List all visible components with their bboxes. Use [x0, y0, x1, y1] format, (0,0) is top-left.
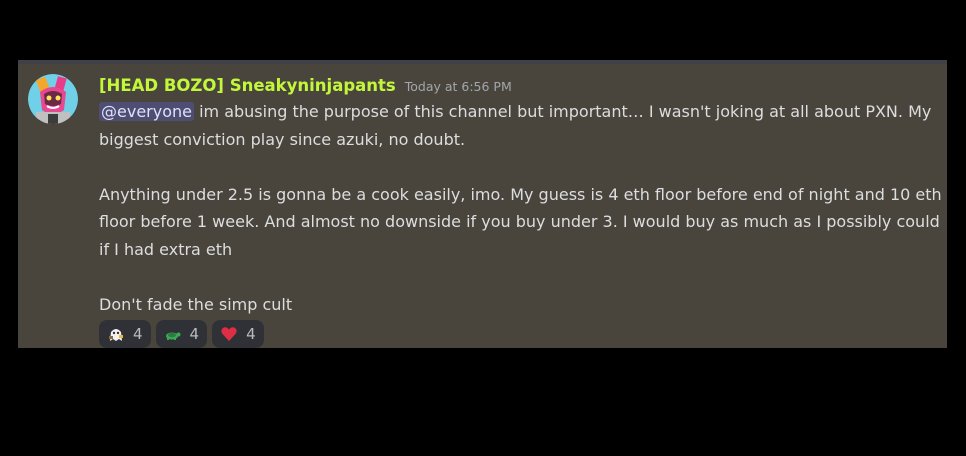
reaction-ghost[interactable]: 4: [99, 320, 151, 348]
message-paragraph-1: @everyone im abusing the purpose of this…: [99, 98, 944, 153]
reaction-turtle[interactable]: 4: [155, 320, 208, 348]
chat-message: [HEAD BOZO] Sneakyninjapants Today at 6:…: [18, 64, 947, 348]
turtle-emoji-icon: [165, 332, 181, 340]
reaction-count: 4: [133, 325, 143, 343]
message-header: [HEAD BOZO] Sneakyninjapants Today at 6:…: [99, 76, 512, 100]
red-heart-emoji-icon: [221, 327, 237, 341]
message-paragraph-2: Anything under 2.5 is gonna be a cook ea…: [99, 184, 942, 259]
message-paragraph-3: Don't fade the simp cult: [99, 294, 293, 314]
reactions-bar: 4 4 4: [99, 320, 264, 348]
everyone-mention[interactable]: @everyone: [99, 102, 194, 121]
username[interactable]: [HEAD BOZO] Sneakyninjapants: [99, 76, 396, 95]
avatar[interactable]: [28, 74, 78, 124]
ghost-character-emoji-icon: [109, 329, 123, 341]
message-content: @everyone im abusing the purpose of this…: [99, 98, 944, 318]
reaction-heart[interactable]: 4: [212, 320, 264, 348]
avatar-image: [28, 74, 78, 124]
reaction-count: 4: [246, 325, 256, 343]
paragraph-1-text: im abusing the purpose of this channel b…: [99, 102, 932, 149]
timestamp[interactable]: Today at 6:56 PM: [405, 79, 512, 94]
reaction-count: 4: [189, 325, 200, 343]
